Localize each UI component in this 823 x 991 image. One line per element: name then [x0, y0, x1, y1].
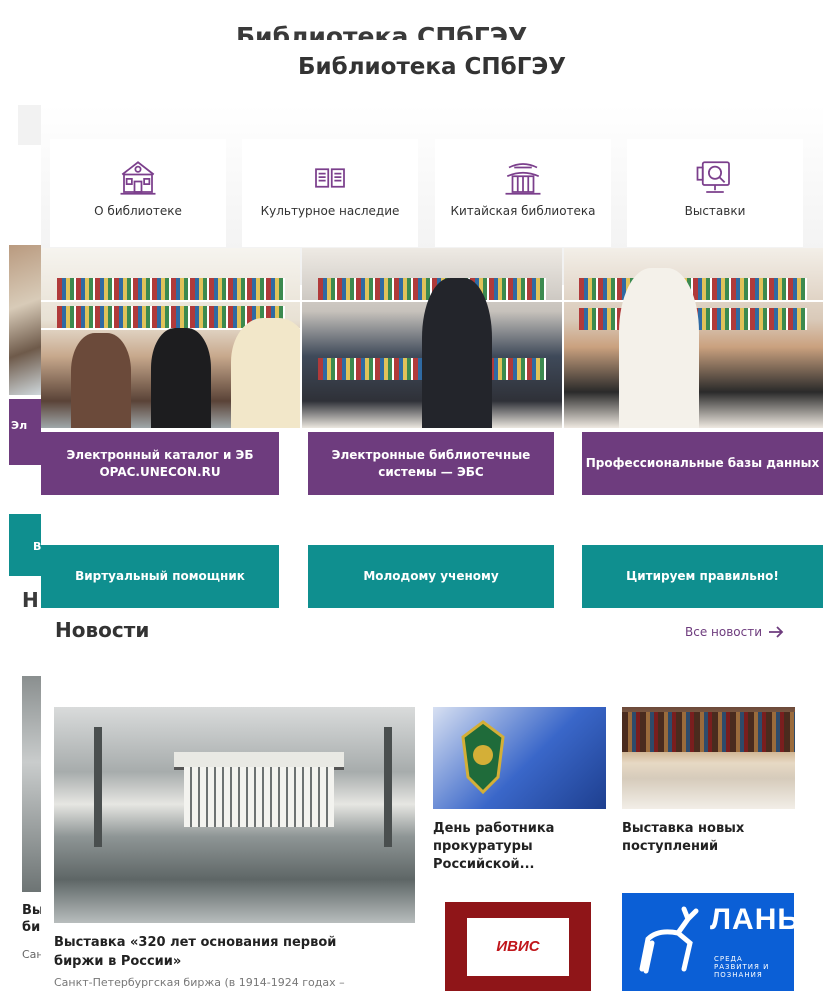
library-building-icon	[120, 161, 156, 195]
catalog-button[interactable]: Электронный каталог и ЭБ OPAC.UNECON.RU	[41, 432, 279, 495]
ivis-logo[interactable]: ИВИС	[445, 902, 591, 991]
ghost-page-title: Библиотека СПбГЭУ	[236, 22, 528, 42]
tile-about-library[interactable]: О библиотеке	[50, 139, 226, 247]
tile-exhibitions[interactable]: Выставки	[627, 139, 803, 247]
exhibition-display-icon	[696, 161, 730, 193]
lan-logo[interactable]: ЛАНЬ СРЕДА РАЗВИТИЯ И ПОЗНАНИЯ	[622, 893, 799, 991]
tile-label: Культурное наследие	[260, 204, 400, 218]
news-main-image[interactable]	[54, 707, 415, 923]
ghost-news-heading: Н	[22, 588, 39, 612]
ghost-news-excerpt: Сан	[22, 948, 42, 961]
news-image-new-books[interactable]	[622, 707, 795, 809]
databases-button[interactable]: Профессиональные базы данных	[582, 432, 823, 495]
citation-button[interactable]: Цитируем правильно!	[582, 545, 823, 608]
young-scientist-button[interactable]: Молодому ученому	[308, 545, 554, 608]
book-icon	[315, 168, 345, 188]
photo-student-magazine	[563, 248, 823, 428]
news-main-excerpt: Санкт-Петербургская биржа (в 1914-1924 г…	[54, 976, 345, 989]
all-news-link[interactable]: Все новости	[685, 625, 784, 639]
tile-label: Выставки	[684, 204, 746, 218]
library-page: Библиотека СПбГЭУ О библиотеке Культурно…	[41, 40, 823, 991]
news-title-prosecutor[interactable]: День работника прокуратуры Российской...	[433, 820, 606, 874]
ivis-logo-text: ИВИС	[467, 917, 569, 976]
lan-logo-word: ЛАНЬ	[710, 903, 800, 936]
ghost-photo-strip	[9, 245, 41, 395]
news-main-title[interactable]: Выставка «320 лет основания первой биржи…	[54, 933, 384, 971]
tile-chinese-library[interactable]: Китайская библиотека	[435, 139, 611, 247]
lan-logo-subtitle: СРЕДА РАЗВИТИЯ И ПОЗНАНИЯ	[714, 955, 770, 979]
ghost-news-title: Вы би	[22, 903, 42, 935]
virtual-assistant-button[interactable]: Виртуальный помощник	[41, 545, 279, 608]
tile-label: Китайская библиотека	[450, 204, 596, 218]
ghost-teal-button: В	[9, 514, 41, 576]
news-heading: Новости	[55, 618, 150, 642]
photo-students-reading	[41, 248, 301, 428]
ghost-purple-button: Эл	[9, 399, 41, 465]
photo-student-shelf	[302, 248, 562, 428]
pagoda-icon	[505, 163, 541, 195]
tile-cultural-heritage[interactable]: Культурное наследие	[242, 139, 418, 247]
ebs-button[interactable]: Электронные библиотечные системы — ЭБС	[308, 432, 554, 495]
emblem-icon	[461, 720, 505, 795]
ghost-gray-block	[18, 105, 42, 145]
arrow-right-icon	[769, 626, 784, 638]
deer-icon	[639, 906, 699, 974]
ghost-news-image	[22, 676, 42, 892]
news-image-prosecutor[interactable]	[433, 707, 606, 809]
photo-banner	[41, 248, 823, 428]
page-title: Библиотека СПбГЭУ	[298, 54, 566, 80]
news-title-new-books[interactable]: Выставка новых поступлений	[622, 820, 795, 856]
tile-label: О библиотеке	[94, 204, 182, 218]
all-news-label: Все новости	[685, 625, 763, 639]
